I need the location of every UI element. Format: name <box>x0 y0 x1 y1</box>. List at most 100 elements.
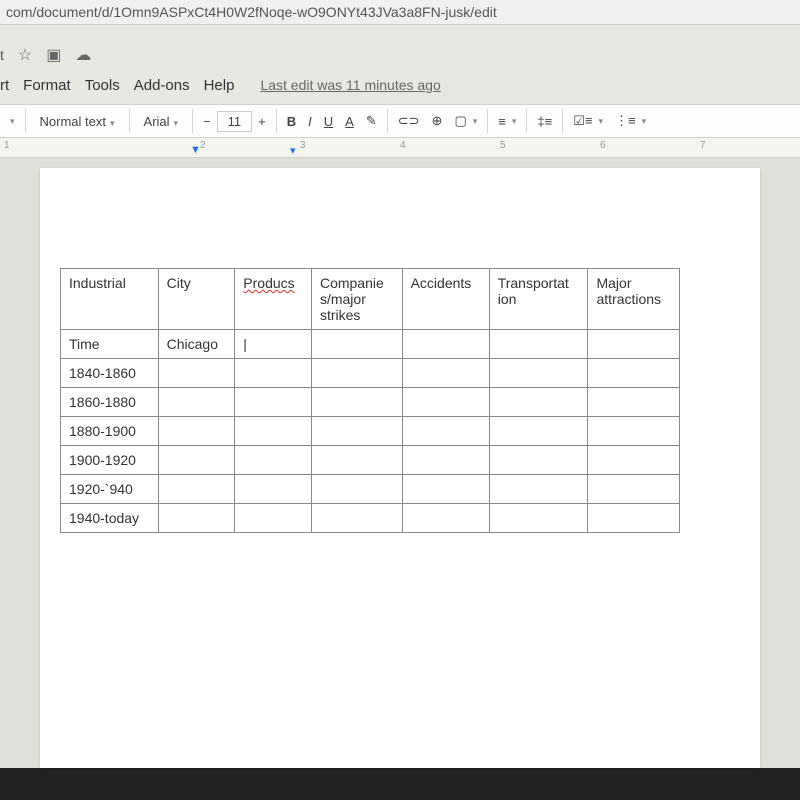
ruler[interactable]: 1 ▼ 2 ▾ 3 4 5 6 7 <box>0 138 800 158</box>
text-color-button[interactable]: A <box>339 110 360 133</box>
insert-link-button[interactable]: ⊂⊃ <box>392 109 426 133</box>
table-cell[interactable] <box>489 359 588 388</box>
menu-item[interactable]: Help <box>204 77 235 94</box>
underline-button[interactable]: U <box>318 110 339 133</box>
font-size-increase[interactable]: + <box>252 110 272 133</box>
page[interactable]: Industrial City Producs Companies/majors… <box>40 168 760 768</box>
table-cell[interactable] <box>235 475 312 504</box>
table-cell[interactable] <box>489 504 588 533</box>
table-cell[interactable] <box>588 446 680 475</box>
table-header-cell[interactable]: Companies/majorstrikes <box>311 269 402 330</box>
table-row: 1920-`940 <box>61 475 680 504</box>
table-cell[interactable] <box>588 475 680 504</box>
table-cell[interactable] <box>588 417 680 446</box>
table-cell[interactable] <box>235 417 312 446</box>
table-cell[interactable] <box>311 388 402 417</box>
table-cell[interactable]: Time <box>61 330 159 359</box>
font-family-select[interactable]: Arial <box>134 110 189 133</box>
star-icon[interactable]: ☆ <box>18 45 32 65</box>
table-cell[interactable] <box>489 475 588 504</box>
menu-item[interactable]: Add-ons <box>134 77 190 94</box>
table-cell[interactable] <box>158 446 235 475</box>
table-cell[interactable] <box>402 446 489 475</box>
table-cell[interactable] <box>402 359 489 388</box>
checklist-button[interactable]: ☑≡ <box>567 109 609 133</box>
table-cell[interactable] <box>402 504 489 533</box>
font-size-input[interactable]: 11 <box>217 111 253 132</box>
italic-button[interactable]: I <box>302 110 318 133</box>
table-cell[interactable] <box>402 475 489 504</box>
table-cell[interactable] <box>588 388 680 417</box>
table-cell[interactable] <box>402 388 489 417</box>
table-cell[interactable] <box>489 330 588 359</box>
separator <box>192 109 193 133</box>
cell-text: Majorattractions <box>596 275 661 307</box>
table-cell[interactable] <box>311 446 402 475</box>
align-button[interactable]: ≡ <box>492 110 522 133</box>
table-row: 1940-today <box>61 504 680 533</box>
table-cell[interactable] <box>489 417 588 446</box>
menu-item[interactable]: Tools <box>85 77 120 94</box>
table-cell[interactable] <box>235 359 312 388</box>
document-canvas[interactable]: Industrial City Producs Companies/majors… <box>0 158 800 768</box>
table-cell[interactable] <box>311 330 402 359</box>
table-cell[interactable] <box>402 330 489 359</box>
table-cell[interactable] <box>489 388 588 417</box>
table-cell[interactable]: 1880-1900 <box>61 417 159 446</box>
table-cell[interactable] <box>158 417 235 446</box>
table-cell[interactable]: Chicago <box>158 330 235 359</box>
table-header-cell[interactable]: Majorattractions <box>588 269 680 330</box>
table-cell[interactable] <box>158 388 235 417</box>
tab-stop-icon[interactable]: ▾ <box>290 144 296 157</box>
table-cell[interactable]: 1920-`940 <box>61 475 159 504</box>
menu-item[interactable]: rt <box>0 77 9 94</box>
table-cell-active[interactable] <box>235 330 312 359</box>
table-header-cell[interactable]: Accidents <box>402 269 489 330</box>
table-cell[interactable] <box>311 359 402 388</box>
address-bar[interactable]: com/document/d/1Omn9ASPxCt4H0W2fNoqe-wO9… <box>0 0 800 25</box>
table-cell[interactable]: 1840-1860 <box>61 359 159 388</box>
menu-item[interactable]: Format <box>23 77 71 94</box>
table-cell[interactable] <box>235 446 312 475</box>
cloud-icon[interactable]: ☁ <box>75 45 91 65</box>
font-size-decrease[interactable]: − <box>197 110 217 133</box>
table-cell[interactable]: 1860-1880 <box>61 388 159 417</box>
line-spacing-button[interactable]: ‡≡ <box>531 110 558 133</box>
table-row: Industrial City Producs Companies/majors… <box>61 269 680 330</box>
menu-bar: rt Format Tools Add-ons Help Last edit w… <box>0 73 800 104</box>
table-cell[interactable] <box>588 504 680 533</box>
table-header-cell[interactable]: City <box>158 269 235 330</box>
url-text: com/document/d/1Omn9ASPxCt4H0W2fNoqe-wO9… <box>6 4 497 20</box>
highlight-button[interactable]: ✎ <box>360 109 383 133</box>
ruler-mark: 3 <box>300 140 306 151</box>
table-cell[interactable]: 1940-today <box>61 504 159 533</box>
ruler-mark: 5 <box>500 140 506 151</box>
table-cell[interactable]: 1900-1920 <box>61 446 159 475</box>
bold-button[interactable]: B <box>281 110 302 133</box>
more-toolbar-dropdown[interactable] <box>0 112 21 131</box>
table-cell[interactable] <box>588 359 680 388</box>
insert-image-button[interactable]: ▢ <box>448 109 483 133</box>
table-cell[interactable] <box>311 417 402 446</box>
table-header-cell[interactable]: Producs <box>235 269 312 330</box>
table-cell[interactable] <box>311 475 402 504</box>
table-cell[interactable] <box>158 475 235 504</box>
table-header-cell[interactable]: Transportation <box>489 269 588 330</box>
table-cell[interactable] <box>311 504 402 533</box>
separator <box>129 109 130 133</box>
table-cell[interactable] <box>489 446 588 475</box>
ruler-mark: 1 <box>4 140 10 151</box>
table-cell[interactable] <box>235 504 312 533</box>
table-cell[interactable] <box>158 504 235 533</box>
table-header-cell[interactable]: Industrial <box>61 269 159 330</box>
bulleted-list-button[interactable]: ⋮≡ <box>609 109 652 133</box>
table-cell[interactable] <box>235 388 312 417</box>
table-cell[interactable] <box>402 417 489 446</box>
paragraph-style-select[interactable]: Normal text <box>30 110 125 133</box>
table-cell[interactable] <box>158 359 235 388</box>
content-table[interactable]: Industrial City Producs Companies/majors… <box>60 268 680 533</box>
move-icon[interactable]: ▣ <box>46 45 61 65</box>
last-edit-status[interactable]: Last edit was 11 minutes ago <box>260 77 440 93</box>
add-comment-button[interactable]: ⊕ <box>426 109 449 133</box>
table-cell[interactable] <box>588 330 680 359</box>
